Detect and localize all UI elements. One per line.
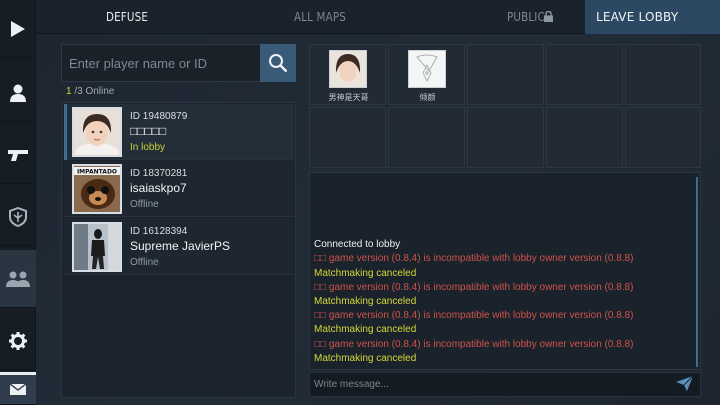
player-id: ID 18370281 xyxy=(130,168,188,179)
player-name: □□□□□ xyxy=(130,124,167,138)
chat-line-text: game version (0.8.4) is incompatible wit… xyxy=(328,310,634,322)
chat-line: Matchmaking canceled xyxy=(314,295,694,309)
side-rail xyxy=(0,0,36,405)
chat-line: Matchmaking canceled xyxy=(314,323,694,337)
send-button[interactable] xyxy=(676,375,694,396)
profile-button[interactable] xyxy=(0,64,36,122)
send-icon xyxy=(676,375,694,391)
lobby-member-slot[interactable]: 男神是天哥 xyxy=(309,44,386,105)
avatar xyxy=(329,50,367,88)
chat-line: □□ game version (0.8.4) is incompatible … xyxy=(314,309,694,323)
avatar xyxy=(72,107,122,157)
chat-line: Connected to lobby xyxy=(314,238,694,252)
chat-line-text: Matchmaking canceled xyxy=(314,324,417,336)
avatar-caption: IMPANTADO xyxy=(77,169,117,176)
chat-line-prefix: □□ xyxy=(314,253,329,265)
profile-icon xyxy=(10,84,26,102)
player-search-input[interactable] xyxy=(61,44,261,82)
chat-message-input[interactable] xyxy=(309,372,701,397)
empty-slot xyxy=(546,107,623,168)
empty-slot xyxy=(625,44,701,105)
online-total: /3 Online xyxy=(74,86,115,97)
player-id: ID 16128394 xyxy=(130,226,188,237)
chat-lines: Connected to lobby □□ game version (0.8.4… xyxy=(314,238,694,366)
player-row[interactable]: IMPANTADO ID 18370281 isaiaskpo7 Offline xyxy=(64,161,294,217)
member-name: 倾颜 xyxy=(419,93,436,102)
empty-slot xyxy=(546,44,623,105)
mail-button[interactable] xyxy=(0,372,36,405)
player-name: isaiaskpo7 xyxy=(130,181,187,195)
friends-button[interactable] xyxy=(0,250,36,308)
empty-slot xyxy=(467,107,544,168)
mode-defuse-tab[interactable]: DEFUSE xyxy=(106,0,148,34)
leave-lobby-button[interactable]: LEAVE LOBBY xyxy=(585,0,720,34)
chat-log: Connected to lobby □□ game version (0.8.4… xyxy=(309,172,701,370)
chat-line-prefix: □□ xyxy=(314,310,329,322)
search-button[interactable] xyxy=(260,44,296,82)
clan-button[interactable] xyxy=(0,188,36,246)
gear-icon xyxy=(9,331,27,350)
chat-line-text: Matchmaking canceled xyxy=(314,295,417,307)
chat-line-prefix: □□ xyxy=(314,281,329,293)
online-count: 1 /3 Online xyxy=(66,86,114,97)
public-toggle[interactable]: PUBLIC xyxy=(507,0,545,34)
chat-line: □□ game version (0.8.4) is incompatible … xyxy=(314,281,694,295)
weapons-button[interactable] xyxy=(0,126,36,184)
search-icon xyxy=(269,54,288,73)
player-name: Supreme JavierPS xyxy=(130,239,231,253)
empty-slot xyxy=(388,107,465,168)
player-status: Offline xyxy=(130,199,159,210)
chat-line: □□ game version (0.8.4) is incompatible … xyxy=(314,252,694,266)
selection-bar xyxy=(64,104,67,160)
top-bar: DEFUSE ALL MAPS PUBLIC LEAVE LOBBY xyxy=(36,0,720,34)
player-id: ID 19480879 xyxy=(130,111,188,122)
chat-line-text: game version (0.8.4) is incompatible wit… xyxy=(328,338,634,350)
online-number: 1 xyxy=(66,86,72,97)
lobby-member-slot[interactable]: 倾颜 xyxy=(388,44,465,105)
player-status: In lobby xyxy=(130,142,166,153)
player-list: ID 19480879 □□□□□ In lobby IMPANTADO ID … xyxy=(61,102,296,398)
chat-line-text: Connected to lobby xyxy=(314,239,401,251)
chat-scrollbar[interactable] xyxy=(696,177,698,367)
group-icon xyxy=(6,271,30,287)
player-status: Offline xyxy=(130,257,159,268)
player-row[interactable]: ID 16128394 Supreme JavierPS Offline xyxy=(64,219,294,275)
chat-line: Matchmaking canceled xyxy=(314,352,694,366)
chat-line-text: game version (0.8.4) is incompatible wit… xyxy=(328,253,634,265)
pistol-icon xyxy=(8,149,28,161)
avatar xyxy=(72,222,122,272)
empty-slot xyxy=(625,107,701,168)
shield-icon xyxy=(9,206,27,227)
empty-slot xyxy=(309,107,386,168)
chat-line-text: game version (0.8.4) is incompatible wit… xyxy=(328,281,634,293)
mail-icon xyxy=(10,384,26,395)
lobby-slots: 男神是天哥 倾颜 xyxy=(309,44,701,168)
chat-line: Matchmaking canceled xyxy=(314,267,694,281)
settings-button[interactable] xyxy=(0,312,36,370)
avatar xyxy=(408,50,446,88)
empty-slot xyxy=(467,44,544,105)
player-row[interactable]: ID 19480879 □□□□□ In lobby xyxy=(64,104,294,160)
lock-icon xyxy=(544,11,553,22)
avatar: IMPANTADO xyxy=(72,164,122,214)
all-maps-tab[interactable]: ALL MAPS xyxy=(294,0,346,34)
chat-line-prefix: □□ xyxy=(314,338,329,350)
chat-line-text: Matchmaking canceled xyxy=(314,267,417,279)
play-icon xyxy=(11,20,25,37)
chat-line: □□ game version (0.8.4) is incompatible … xyxy=(314,338,694,352)
chat-line-text: Matchmaking canceled xyxy=(314,352,417,364)
play-button[interactable] xyxy=(0,0,36,58)
member-name: 男神是天哥 xyxy=(328,93,369,102)
